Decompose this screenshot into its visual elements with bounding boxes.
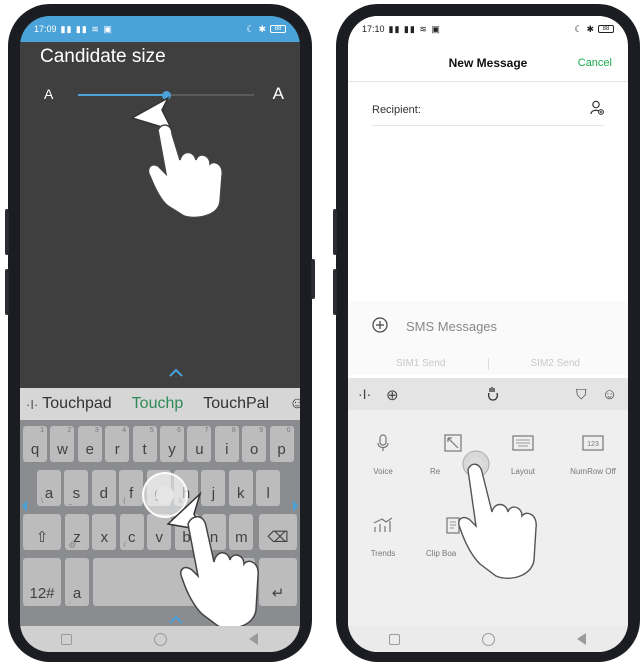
status-bar: 17:10 ▮▮ ▮▮ ≋ ▣ ☾ ✱ 88 — [348, 16, 628, 42]
back-button[interactable] — [249, 633, 259, 645]
moon-icon: ☾ — [246, 23, 255, 34]
sim-send-row: SIM1 Send SIM2 Send — [348, 353, 628, 375]
candidate-word[interactable]: TouchPal — [203, 395, 269, 413]
left-screen: 17:09 ▮▮ ▮▮ ≋ ▣ ☾ ✱ 88 Candidate size A … — [20, 16, 300, 652]
back-icon — [249, 633, 258, 645]
candidate-word[interactable]: Touchp — [132, 395, 184, 413]
system-nav-bar — [348, 626, 628, 652]
add-contact-icon[interactable] — [590, 100, 604, 116]
right-phone: 17:10 ▮▮ ▮▮ ≋ ▣ ☾ ✱ 88 New Message Cance… — [333, 4, 640, 662]
voice-function[interactable]: Voice — [348, 434, 418, 476]
status-time: 17:10 — [362, 24, 385, 34]
gesture-hand-icon[interactable] — [486, 386, 500, 402]
trends-icon — [373, 517, 393, 532]
sim2-send-button[interactable]: SIM2 Send — [531, 358, 580, 369]
home-button[interactable] — [482, 632, 495, 646]
sim1-send-button[interactable]: SIM1 Send — [396, 358, 445, 369]
compose-bar: SMS Messages — [348, 301, 628, 353]
large-text-icon: A — [272, 84, 284, 103]
recent-apps-button[interactable] — [61, 633, 72, 645]
message-header: New Message Cancel — [348, 42, 628, 82]
volume-button — [5, 209, 9, 255]
hand-pointer-icon — [166, 491, 259, 630]
globe-icon[interactable]: ⊕ — [386, 386, 399, 404]
battery-icon: 88 — [270, 25, 286, 33]
function-label: Voice — [373, 467, 393, 476]
recipient-row[interactable]: Recipient: — [372, 82, 604, 126]
add-attachment-icon[interactable] — [372, 317, 388, 333]
right-screen: 17:10 ▮▮ ▮▮ ≋ ▣ ☾ ✱ 88 New Message Cance… — [348, 16, 628, 652]
candidate-word[interactable]: Touchpad — [42, 395, 111, 413]
microphone-icon — [377, 434, 389, 451]
emoji-icon[interactable]: ☺ — [602, 386, 617, 403]
recipient-label: Recipient: — [372, 104, 421, 116]
small-text-icon: A — [44, 86, 54, 102]
function-label: Trends — [370, 549, 396, 558]
status-time: 17:09 — [34, 24, 57, 34]
cancel-button[interactable]: Cancel — [578, 57, 612, 69]
system-nav-bar — [20, 626, 300, 652]
text-cursor-icon[interactable]: ·I· — [26, 397, 38, 412]
home-button[interactable] — [154, 632, 167, 646]
volume-button — [333, 269, 337, 315]
bluetooth-icon: ✱ — [258, 23, 266, 34]
message-input[interactable]: SMS Messages — [406, 319, 497, 334]
skin-theme-icon[interactable]: ⛉ — [576, 386, 587, 403]
emoji-icon[interactable]: ☺ — [289, 395, 300, 413]
function-label: NumRow Off — [570, 467, 616, 476]
numrow-icon: 123 — [582, 435, 604, 451]
bluetooth-icon: ✱ — [586, 23, 594, 34]
text-cursor-icon[interactable]: ·I· — [358, 386, 371, 402]
back-button[interactable] — [577, 633, 587, 645]
signal-icon: ▮▮ ▮▮ ≋ ▣ — [388, 23, 441, 34]
volume-button — [5, 269, 9, 315]
status-right-icons: ☾ ✱ 88 — [246, 24, 286, 35]
svg-text:123: 123 — [587, 441, 599, 448]
candidate-bar: ·I· Touchpad Touchp TouchPal ☺ — [20, 388, 300, 420]
signal-icon: ▮▮ ▮▮ ≋ ▣ — [60, 23, 113, 34]
pointer-arrow-icon — [130, 96, 223, 219]
volume-button — [333, 209, 337, 255]
moon-icon: ☾ — [574, 23, 583, 34]
left-phone: 17:09 ▮▮ ▮▮ ≋ ▣ ☾ ✱ 88 Candidate size A … — [5, 4, 315, 662]
status-right-icons: ☾ ✱ 88 — [574, 24, 614, 35]
numrow-function[interactable]: 123 NumRow Off — [558, 434, 628, 476]
trends-function[interactable]: Trends — [348, 516, 418, 558]
status-bar: 17:09 ▮▮ ▮▮ ≋ ▣ ☾ ✱ 88 — [20, 16, 300, 42]
arrow-left-icon — [22, 500, 27, 512]
recent-apps-button[interactable] — [389, 633, 400, 645]
power-button — [311, 259, 315, 299]
keyboard-toolbar: ·I· ⊕ ⛉ ☺ — [348, 378, 628, 410]
page-title: Candidate size — [40, 46, 166, 67]
battery-icon: 88 — [598, 25, 614, 33]
arrow-right-icon — [293, 500, 298, 512]
chevron-up-icon[interactable] — [168, 368, 184, 378]
hand-pointer-icon — [458, 450, 537, 579]
divider — [488, 358, 489, 370]
back-icon — [577, 633, 586, 645]
